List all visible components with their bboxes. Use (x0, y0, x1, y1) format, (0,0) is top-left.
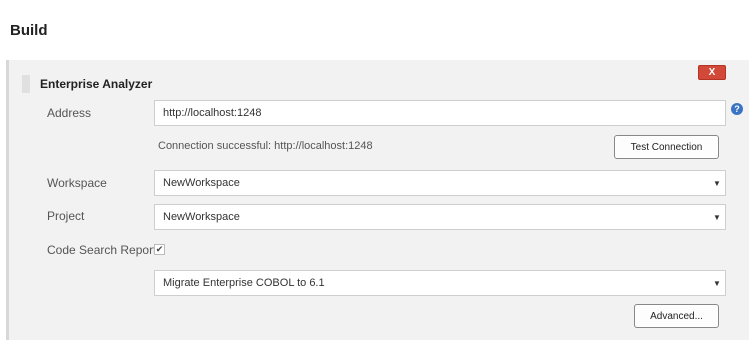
project-value: NewWorkspace (163, 211, 240, 223)
address-value: http://localhost:1248 (163, 107, 262, 119)
chevron-down-icon: ▼ (713, 278, 721, 288)
chevron-down-icon: ▼ (713, 212, 721, 222)
page-title: Build (10, 22, 48, 39)
project-label: Project (47, 209, 85, 223)
delete-step-button[interactable]: X (698, 65, 726, 80)
connection-status: Connection successful: http://localhost:… (158, 140, 373, 152)
workspace-value: NewWorkspace (163, 177, 240, 189)
advanced-button[interactable]: Advanced... (634, 304, 719, 328)
workspace-label: Workspace (47, 176, 107, 190)
chevron-down-icon: ▼ (713, 178, 721, 188)
section-title: Enterprise Analyzer (40, 77, 153, 91)
workspace-select[interactable]: NewWorkspace ▼ (154, 170, 726, 196)
drag-handle[interactable] (22, 75, 30, 93)
code-search-select[interactable]: Migrate Enterprise COBOL to 6.1 ▼ (154, 270, 726, 296)
address-label: Address (47, 106, 92, 120)
code-search-checkbox[interactable]: ✔ (154, 244, 165, 255)
address-input[interactable]: http://localhost:1248 (154, 100, 726, 126)
code-search-label: Code Search Report (47, 243, 157, 257)
project-select[interactable]: NewWorkspace ▼ (154, 204, 726, 230)
code-search-value: Migrate Enterprise COBOL to 6.1 (163, 277, 325, 289)
help-icon[interactable]: ? (731, 103, 743, 115)
test-connection-button[interactable]: Test Connection (614, 135, 719, 159)
